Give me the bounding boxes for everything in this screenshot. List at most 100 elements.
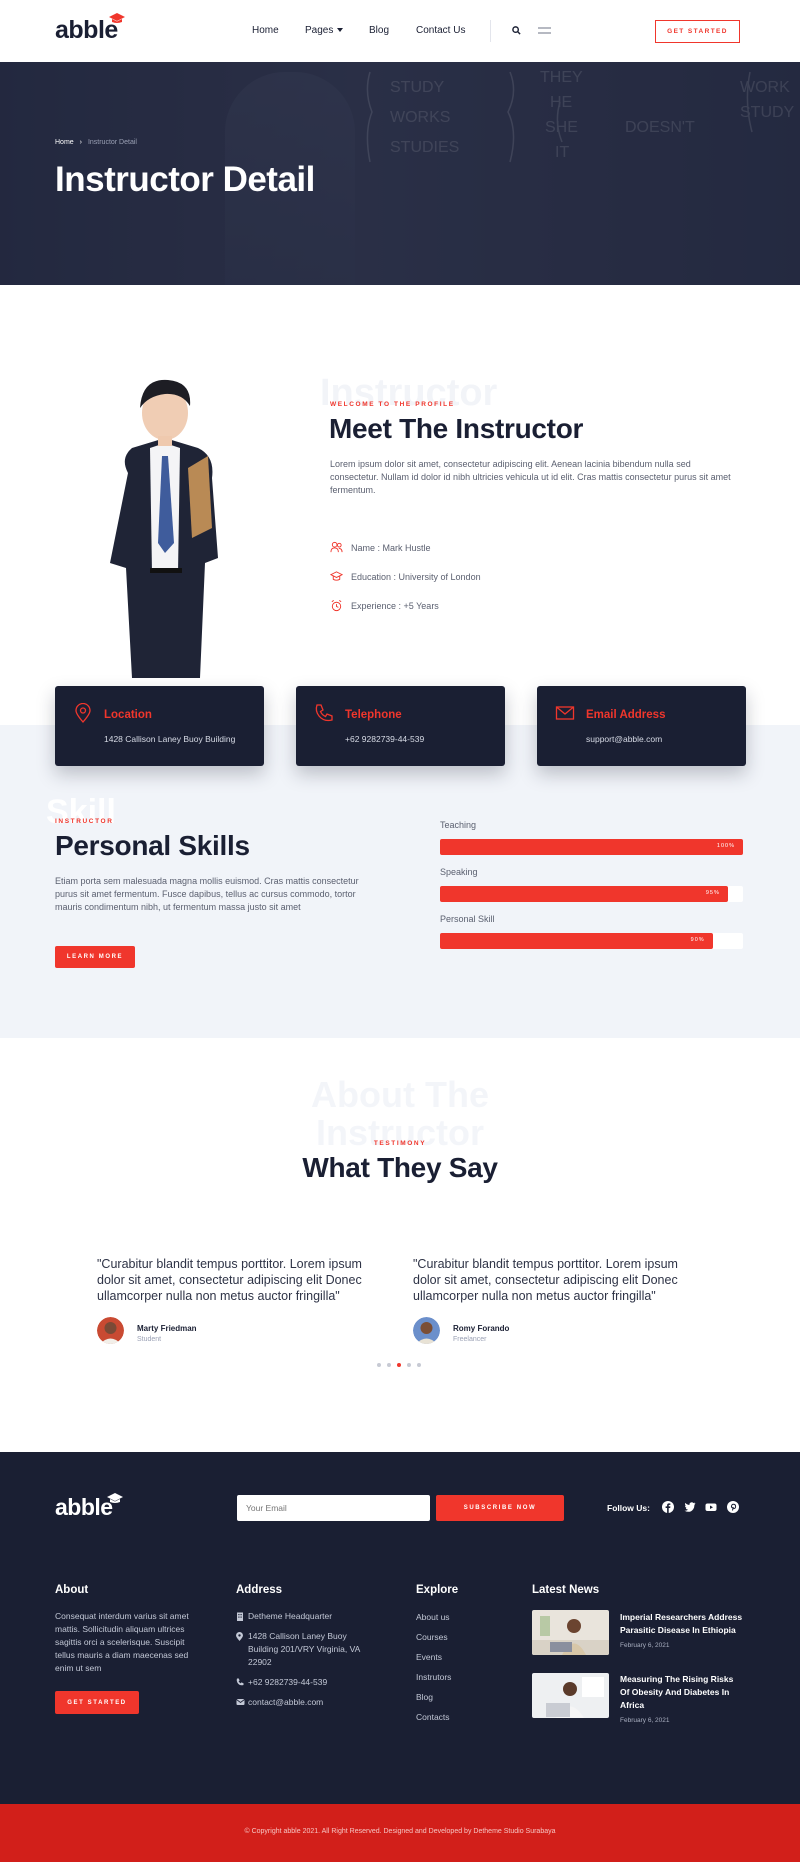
skills-title: Personal Skills — [55, 830, 250, 861]
copyright-text: © Copyright abble 2021. All Right Reserv… — [244, 1828, 556, 1835]
building-icon — [237, 1612, 243, 1621]
footer-link-events[interactable]: Events — [416, 1652, 442, 1662]
skill-bar-personal: 90% — [440, 933, 743, 949]
footer-news-title: Latest News — [532, 1584, 600, 1596]
info-education-label: Education : University of London — [351, 571, 481, 582]
breadcrumb: Home › Instructor Detail — [55, 139, 137, 146]
skill-label-personal: Personal Skill — [440, 914, 495, 924]
avatar — [97, 1317, 124, 1344]
footer-link-contacts[interactable]: Contacts — [416, 1712, 450, 1722]
nav-blog[interactable]: Blog — [369, 25, 389, 36]
testimonial-name: Romy Forando — [453, 1324, 510, 1333]
footer-link-about[interactable]: About us — [416, 1612, 450, 1622]
profile-title: Meet The Instructor — [329, 413, 584, 444]
info-experience: Experience : +5 Years — [330, 599, 439, 612]
users-icon — [330, 541, 343, 553]
footer-address-street: 1428 Callison Laney Buoy Building 201/VR… — [248, 1631, 360, 1667]
pinterest-icon[interactable] — [727, 1501, 739, 1513]
footer-address-title: Address — [236, 1584, 283, 1596]
testimonial-quote: "Curabitur blandit tempus porttitor. Lor… — [97, 1257, 362, 1303]
graduation-cap-icon — [107, 1493, 123, 1503]
testimonial-quote: "Curabitur blandit tempus porttitor. Lor… — [413, 1257, 678, 1303]
skills-ghost-text: Skill — [46, 793, 116, 831]
facebook-icon[interactable] — [662, 1501, 674, 1513]
site-header: abble Home Pages Blog Contact Us GET STA… — [0, 0, 800, 62]
skill-bar-fill: 100% — [440, 839, 743, 855]
news-date: February 6, 2021 — [620, 1717, 670, 1724]
news-thumbnail[interactable] — [532, 1673, 609, 1718]
slider-dot[interactable] — [407, 1363, 411, 1367]
footer-phone[interactable]: +62 9282739-44-539 — [248, 1676, 378, 1689]
footer-link-blog[interactable]: Blog — [416, 1692, 433, 1702]
slider-dot[interactable] — [387, 1363, 391, 1367]
info-name: Name : Mark Hustle — [330, 541, 431, 554]
news-title[interactable]: Imperial Researchers Address Parasitic D… — [620, 1611, 745, 1637]
telephone-card-value[interactable]: +62 9282739-44-539 — [345, 734, 424, 744]
skill-label-speaking: Speaking — [440, 867, 478, 877]
skill-bar-fill: 90% — [440, 933, 713, 949]
nav-contact[interactable]: Contact Us — [416, 25, 465, 36]
graduation-cap-icon — [330, 571, 343, 581]
map-pin-icon — [236, 1632, 243, 1641]
footer-link-instructors[interactable]: Instrutors — [416, 1672, 451, 1682]
skill-percent-personal: 90% — [690, 937, 705, 943]
menu-icon[interactable] — [538, 27, 551, 34]
caret-down-icon — [337, 28, 343, 32]
testimonial-role: Freelancer — [453, 1336, 487, 1343]
slider-dot-active[interactable] — [397, 1363, 401, 1367]
telephone-card: Telephone +62 9282739-44-539 — [296, 686, 505, 766]
telephone-card-title: Telephone — [345, 709, 402, 721]
news-thumbnail[interactable] — [532, 1610, 609, 1655]
info-name-label: Name : Mark Hustle — [351, 542, 431, 553]
testimonial-name: Marty Friedman — [137, 1324, 197, 1333]
twitter-icon[interactable] — [684, 1501, 696, 1513]
testimonial-role: Student — [137, 1336, 162, 1343]
footer-about-text: Consequat interdum varius sit amet matti… — [55, 1611, 189, 1673]
slider-dot[interactable] — [417, 1363, 421, 1367]
follow-us-label: Follow Us: — [607, 1503, 650, 1513]
newsletter-email-input[interactable] — [237, 1495, 430, 1521]
envelope-icon — [555, 706, 575, 720]
footer-email[interactable]: contact@abble.com — [248, 1696, 378, 1709]
footer-about-title: About — [55, 1584, 89, 1596]
skill-bar-teaching: 100% — [440, 839, 743, 855]
footer-get-started-button[interactable]: GET STARTED — [55, 1691, 139, 1714]
email-card-title: Email Address — [586, 709, 666, 721]
skill-label-teaching: Teaching — [440, 820, 477, 830]
alarm-clock-icon — [331, 600, 342, 612]
breadcrumb-home[interactable]: Home — [55, 139, 74, 146]
graduation-cap-icon — [109, 13, 125, 23]
breadcrumb-current: Instructor Detail — [87, 139, 137, 146]
get-started-button[interactable]: GET STARTED — [655, 20, 740, 43]
search-icon[interactable] — [512, 26, 521, 35]
email-card-value[interactable]: support@abble.com — [586, 734, 662, 744]
location-card-title: Location — [104, 709, 152, 721]
testimonial-eyebrow: TESTIMONY — [373, 1140, 427, 1147]
page-title: Instructor Detail — [55, 160, 315, 199]
learn-more-button[interactable]: LEARN MORE — [55, 946, 135, 968]
nav-home[interactable]: Home — [252, 25, 279, 36]
footer-logo[interactable]: abble — [55, 1494, 113, 1521]
map-pin-icon — [75, 703, 91, 723]
testimonial-title: What They Say — [302, 1152, 498, 1183]
profile-text: Lorem ipsum dolor sit amet, consectetur … — [330, 459, 731, 495]
subscribe-button[interactable]: SUBSCRIBE NOW — [436, 1495, 564, 1521]
mail-icon — [236, 1699, 245, 1705]
skills-text: Etiam porta sem malesuada magna mollis e… — [55, 876, 359, 912]
profile-ghost-text: Instructor — [320, 372, 498, 414]
news-title[interactable]: Measuring The Rising Risks Of Obesity An… — [620, 1673, 745, 1712]
skill-percent-speaking: 95% — [705, 890, 720, 896]
skill-bar-speaking: 95% — [440, 886, 743, 902]
slider-dot[interactable] — [377, 1363, 381, 1367]
nav-pages[interactable]: Pages — [305, 25, 333, 36]
info-experience-label: Experience : +5 Years — [351, 600, 439, 611]
skill-bar-fill: 95% — [440, 886, 728, 902]
news-date: February 6, 2021 — [620, 1642, 670, 1649]
skill-percent-teaching: 100% — [716, 843, 735, 849]
phone-icon — [236, 1678, 244, 1686]
youtube-icon[interactable] — [705, 1501, 717, 1513]
footer-link-courses[interactable]: Courses — [416, 1632, 448, 1642]
location-card-value: 1428 Callison Laney Buoy Building — [104, 734, 236, 744]
location-card: Location 1428 Callison Laney Buoy Buildi… — [55, 686, 264, 766]
info-education: Education : University of London — [330, 570, 481, 583]
